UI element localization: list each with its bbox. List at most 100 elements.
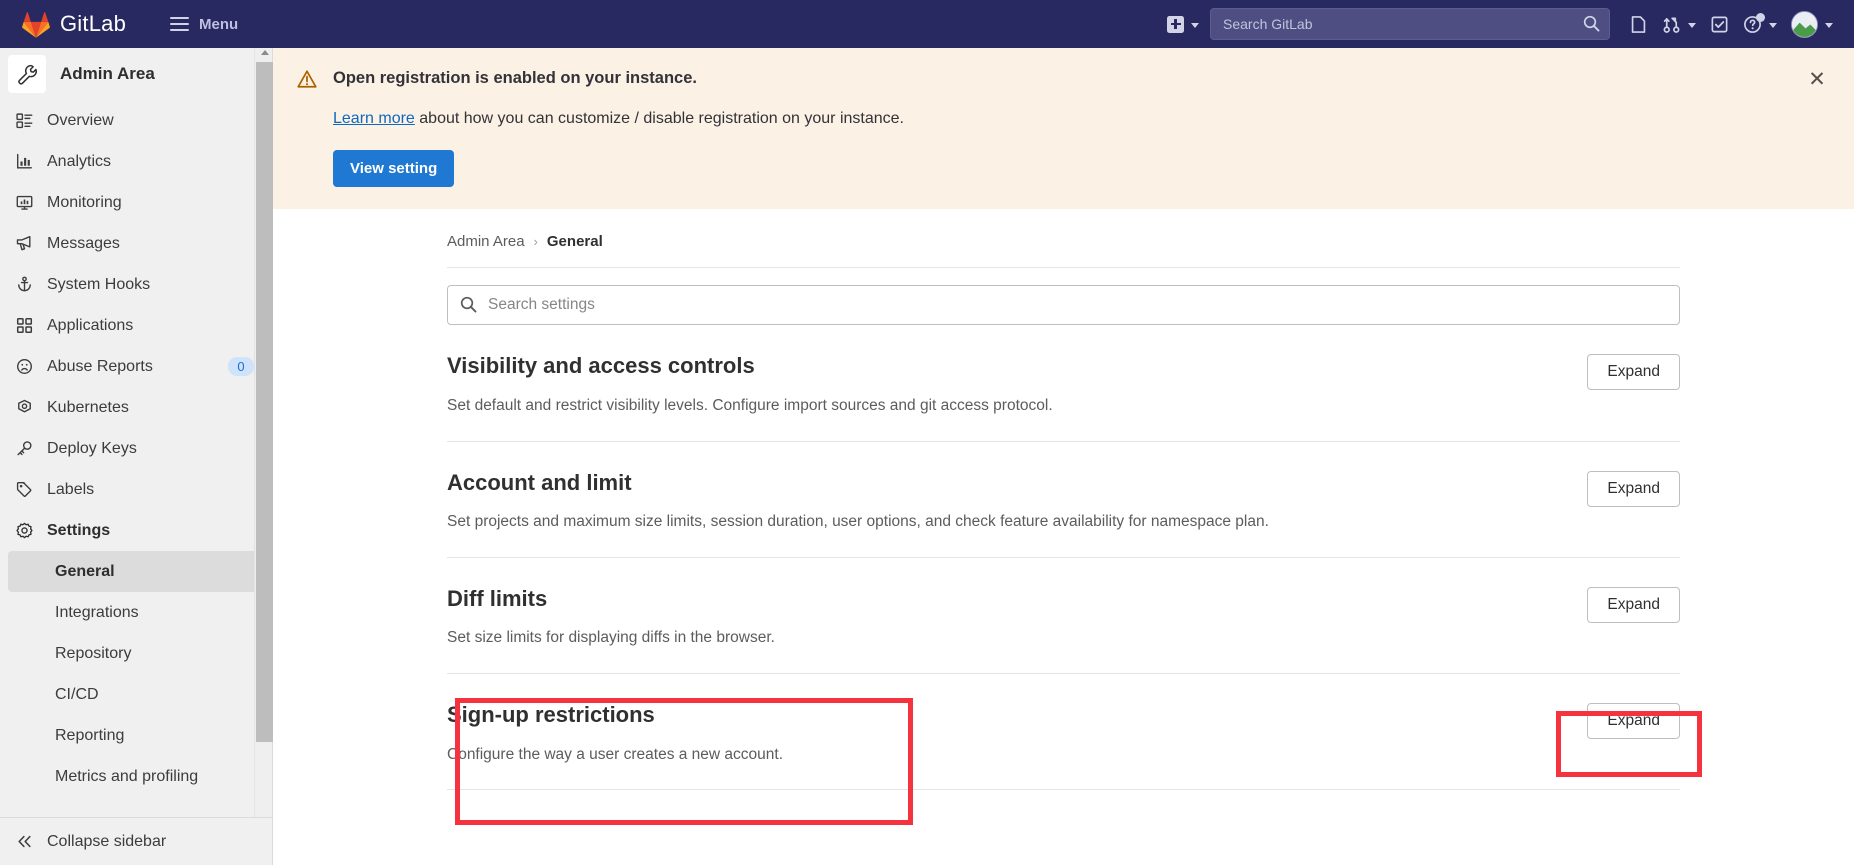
sidebar-item-overview[interactable]: Overview bbox=[0, 100, 272, 141]
section-title: Sign-up restrictions bbox=[447, 702, 655, 728]
settings-section-diff-limits: Diff limits Set size limits for displayi… bbox=[447, 558, 1680, 675]
user-menu-button[interactable] bbox=[1784, 5, 1840, 44]
chevron-down-icon bbox=[1825, 22, 1833, 28]
main-menu-button[interactable]: Menu bbox=[160, 10, 248, 39]
sidebar-item-deploy-keys[interactable]: Deploy Keys bbox=[0, 428, 272, 469]
settings-search[interactable] bbox=[447, 285, 1680, 326]
plus-square-icon bbox=[1167, 15, 1184, 33]
monitor-icon bbox=[16, 194, 33, 211]
sidebar-item-applications[interactable]: Applications bbox=[0, 305, 272, 346]
create-new-button[interactable] bbox=[1160, 10, 1206, 39]
learn-more-link[interactable]: Learn more bbox=[333, 110, 415, 127]
sidebar-item-label: Labels bbox=[47, 480, 95, 498]
kubernetes-icon bbox=[16, 399, 33, 416]
wrench-icon bbox=[8, 55, 46, 93]
warning-triangle-icon bbox=[297, 70, 317, 88]
breadcrumb-separator-icon: › bbox=[533, 234, 538, 250]
issues-icon bbox=[1631, 15, 1646, 33]
section-description: Set projects and maximum size limits, se… bbox=[447, 513, 1269, 531]
sidebar-item-abuse-reports[interactable]: Abuse Reports 0 bbox=[0, 346, 272, 387]
main-menu-label: Menu bbox=[199, 15, 239, 33]
merge-requests-button[interactable] bbox=[1655, 9, 1703, 40]
gear-icon bbox=[16, 522, 33, 539]
sidebar-item-label: Settings bbox=[47, 521, 111, 539]
search-input[interactable] bbox=[1210, 8, 1610, 40]
close-icon[interactable]: ✕ bbox=[1804, 66, 1830, 92]
sidebar-item-settings[interactable]: Settings bbox=[0, 510, 272, 551]
help-notification-dot bbox=[1756, 12, 1765, 22]
sidebar-item-label: System Hooks bbox=[47, 275, 151, 293]
chart-bar-icon bbox=[16, 153, 33, 170]
breadcrumb-item-general[interactable]: General bbox=[547, 233, 603, 250]
settings-page: Admin Area › General Visibility and acce… bbox=[273, 209, 1854, 791]
abuse-reports-badge: 0 bbox=[228, 357, 254, 376]
sidebar-item-label: Analytics bbox=[47, 152, 112, 170]
todos-button[interactable] bbox=[1703, 9, 1736, 40]
chevron-down-icon bbox=[1688, 22, 1696, 28]
sidebar-subitem-reporting[interactable]: Reporting bbox=[8, 715, 264, 756]
breadcrumb: Admin Area › General bbox=[447, 209, 1680, 267]
navbar-brand[interactable]: GitLab bbox=[0, 11, 126, 38]
settings-section-account-and-limit: Account and limit Set projects and maxim… bbox=[447, 442, 1680, 558]
settings-section-sign-up-restrictions: Sign-up restrictions Configure the way a… bbox=[447, 674, 1680, 791]
sidebar-item-system-hooks[interactable]: System Hooks bbox=[0, 264, 272, 305]
sidebar-item-messages[interactable]: Messages bbox=[0, 223, 272, 264]
main-content: Open registration is enabled on your ins… bbox=[273, 48, 1854, 865]
sidebar-subitem-metrics-and-profiling[interactable]: Metrics and profiling bbox=[8, 756, 264, 797]
section-description: Set size limits for displaying diffs in … bbox=[447, 629, 775, 647]
collapse-sidebar-label: Collapse sidebar bbox=[47, 832, 167, 850]
sidebar-item-analytics[interactable]: Analytics bbox=[0, 141, 272, 182]
gitlab-fox-logo-icon bbox=[22, 11, 50, 38]
expand-button-account-and-limit[interactable]: Expand bbox=[1587, 470, 1680, 507]
sad-face-icon bbox=[16, 358, 33, 375]
section-description: Configure the way a user creates a new a… bbox=[447, 745, 784, 763]
sidebar-item-kubernetes[interactable]: Kubernetes bbox=[0, 387, 272, 428]
overview-list-icon bbox=[16, 112, 33, 129]
chevron-double-left-icon bbox=[16, 833, 33, 850]
hamburger-icon bbox=[170, 17, 190, 31]
section-title: Visibility and access controls bbox=[447, 353, 755, 379]
breadcrumb-divider bbox=[447, 267, 1680, 269]
scroll-up-arrow-icon[interactable] bbox=[260, 50, 269, 55]
view-setting-button[interactable]: View setting bbox=[333, 150, 455, 188]
sidebar-item-label: Messages bbox=[47, 234, 120, 252]
navbar-brand-label: GitLab bbox=[60, 11, 127, 36]
megaphone-icon bbox=[16, 235, 33, 252]
sidebar-scrollbar[interactable] bbox=[254, 48, 273, 817]
alert-description-rest: about how you can customize / disable re… bbox=[414, 110, 904, 128]
sidebar-header-admin-area[interactable]: Admin Area bbox=[0, 48, 272, 100]
avatar bbox=[1791, 10, 1818, 38]
expand-button-diff-limits[interactable]: Expand bbox=[1587, 586, 1680, 623]
global-search[interactable] bbox=[1210, 8, 1610, 40]
sidebar-item-label: Applications bbox=[47, 316, 134, 334]
sidebar-item-labels[interactable]: Labels bbox=[0, 469, 272, 510]
sidebar-subitem-integrations[interactable]: Integrations bbox=[8, 592, 264, 633]
breadcrumb-item-admin-area[interactable]: Admin Area bbox=[447, 233, 525, 250]
alert-title: Open registration is enabled on your ins… bbox=[333, 69, 697, 87]
section-description: Set default and restrict visibility leve… bbox=[447, 396, 1053, 414]
chevron-down-icon bbox=[1191, 22, 1199, 28]
search-settings-input[interactable] bbox=[447, 285, 1680, 326]
sidebar-scrollbar-thumb[interactable] bbox=[256, 62, 273, 742]
sidebar-item-label: Overview bbox=[47, 111, 114, 129]
sidebar-item-monitoring[interactable]: Monitoring bbox=[0, 182, 272, 223]
help-button[interactable] bbox=[1736, 9, 1784, 40]
label-tag-icon bbox=[16, 481, 33, 498]
merge-request-icon bbox=[1663, 16, 1680, 33]
section-title: Account and limit bbox=[447, 469, 632, 495]
expand-button-visibility-and-access-controls[interactable]: Expand bbox=[1587, 354, 1680, 391]
sidebar-header-label: Admin Area bbox=[60, 64, 155, 83]
issues-button[interactable] bbox=[1622, 9, 1655, 40]
open-registration-alert: Open registration is enabled on your ins… bbox=[273, 48, 1854, 210]
admin-sidebar: Admin Area Overview Analytics Monitoring… bbox=[0, 48, 273, 865]
expand-button-sign-up-restrictions[interactable]: Expand bbox=[1587, 703, 1680, 740]
sidebar-item-label: Kubernetes bbox=[47, 398, 129, 416]
sidebar-subitem-cicd[interactable]: CI/CD bbox=[8, 674, 264, 715]
collapse-sidebar-button[interactable]: Collapse sidebar bbox=[0, 817, 272, 865]
hook-anchor-icon bbox=[16, 276, 33, 293]
sidebar-subitem-general[interactable]: General bbox=[8, 551, 264, 592]
sidebar-item-label: Deploy Keys bbox=[47, 439, 137, 457]
key-icon bbox=[16, 440, 33, 457]
sidebar-subitem-repository[interactable]: Repository bbox=[8, 633, 264, 674]
applications-grid-icon bbox=[16, 317, 33, 334]
